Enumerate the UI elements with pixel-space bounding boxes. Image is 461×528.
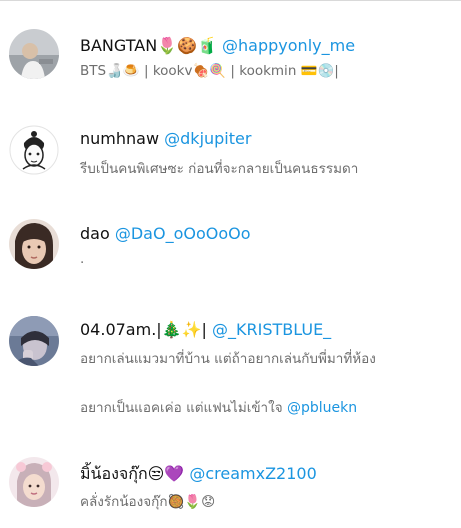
user-handle[interactable]: @_KRISTBLUE_ [212, 320, 331, 339]
user-bio: BTS🍶🍮 | kookv🍖🍭 | kookmin 💳💿| [80, 63, 339, 79]
user-bio-text: อยากเป็นแอคเค่อ แต่แฟนไม่เข้าใจ [80, 400, 283, 416]
avatar[interactable] [9, 316, 59, 366]
display-name[interactable]: numhnaw [80, 129, 159, 148]
avatar[interactable] [9, 125, 59, 175]
user-cell[interactable]: 04.07am.|🎄✨| @_KRISTBLUE_ อยากเล่นแมวมาท… [0, 296, 461, 422]
user-name-line: BANGTAN🌷🍪🧃 @happyonly_me [80, 36, 355, 55]
avatar[interactable] [9, 457, 59, 507]
user-cell[interactable]: numhnaw @dkjupiter รีบเป็นคนพิเศษซะ ก่อน… [0, 100, 461, 196]
avatar[interactable] [9, 29, 59, 79]
display-name[interactable]: dao [80, 224, 110, 243]
avatar[interactable] [9, 219, 59, 269]
user-bio: . [80, 251, 85, 267]
user-bio: คลั่งรักน้องจกุ๊ก🥘🌷😟 [80, 494, 216, 510]
user-name-line: numhnaw @dkjupiter [80, 129, 251, 148]
user-handle[interactable]: @happyonly_me [222, 36, 355, 55]
user-handle[interactable]: @dkjupiter [164, 129, 251, 148]
user-name-line: dao @DaO_oOoOoOo [80, 224, 251, 243]
user-cell[interactable]: dao @DaO_oOoOoOo . [0, 196, 461, 296]
user-name-line: 04.07am.|🎄✨| @_KRISTBLUE_ [80, 320, 331, 339]
user-bio: รีบเป็นคนพิเศษซะ ก่อนที่จะกลายเป็นคนธรรม… [80, 161, 359, 177]
user-name-line: มิ้น้องจกุ๊ก😒💜 @creamxZ2100 [80, 462, 317, 487]
display-name[interactable]: 04.07am.|🎄✨| [80, 320, 207, 339]
user-bio-line: อยากเล่นแมวมาที่บ้าน แต่ถ้าอยากเล่นกับพี… [80, 351, 376, 367]
bio-mention-link[interactable]: @pbluekn [287, 400, 357, 416]
user-cell[interactable]: BANGTAN🌷🍪🧃 @happyonly_me BTS🍶🍮 | kookv🍖🍭… [0, 0, 461, 100]
display-name[interactable]: มิ้น้องจกุ๊ก😒💜 [80, 464, 184, 483]
user-cell[interactable]: มิ้น้องจกุ๊ก😒💜 @creamxZ2100 คลั่งรักน้อง… [0, 432, 461, 528]
user-handle[interactable]: @creamxZ2100 [189, 464, 316, 483]
user-bio-line: อยากเป็นแอคเค่อ แต่แฟนไม่เข้าใจ @pbluekn [80, 396, 357, 418]
display-name[interactable]: BANGTAN🌷🍪🧃 [80, 36, 217, 55]
user-handle[interactable]: @DaO_oOoOoOo [115, 224, 251, 243]
